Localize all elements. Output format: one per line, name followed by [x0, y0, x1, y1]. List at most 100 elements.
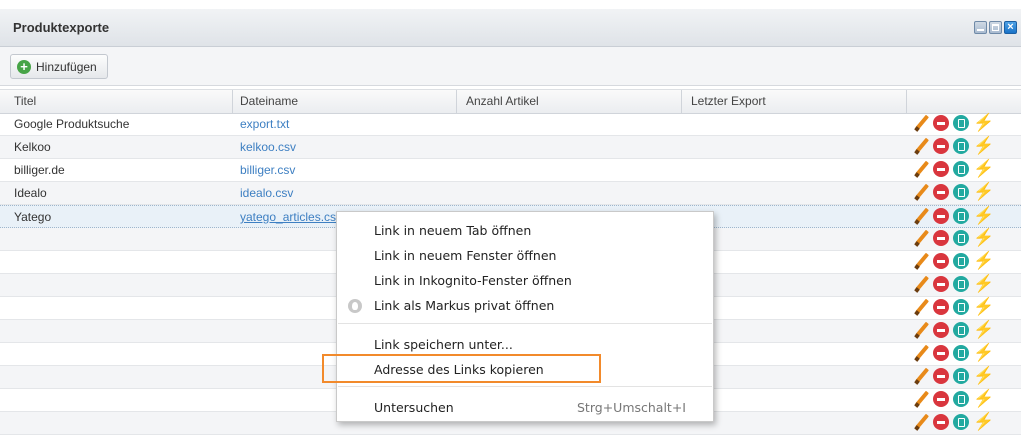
row-title: Idealo [14, 186, 47, 200]
column-header-title[interactable]: Titel [14, 94, 36, 108]
export-bolt-icon[interactable]: ⚡ [973, 390, 994, 407]
delete-icon[interactable] [933, 138, 949, 154]
close-icon[interactable]: × [1004, 21, 1017, 34]
duplicate-icon[interactable] [953, 208, 969, 224]
duplicate-icon[interactable] [953, 230, 969, 246]
export-bolt-icon[interactable]: ⚡ [973, 298, 994, 315]
export-bolt-icon[interactable]: ⚡ [973, 413, 994, 430]
duplicate-icon[interactable] [953, 391, 969, 407]
delete-icon[interactable] [933, 276, 949, 292]
export-bolt-icon[interactable]: ⚡ [973, 367, 994, 384]
table-row[interactable]: Kelkoo kelkoo.csv ⚡ [0, 136, 1021, 159]
add-button[interactable]: + Hinzufügen [10, 54, 108, 79]
row-actions: ⚡ [913, 229, 994, 246]
delete-icon[interactable] [933, 345, 949, 361]
export-bolt-icon[interactable]: ⚡ [973, 229, 994, 246]
delete-icon[interactable] [933, 299, 949, 315]
copy-link-highlight-box [322, 354, 601, 383]
delete-icon[interactable] [933, 391, 949, 407]
plus-icon: + [17, 59, 31, 74]
menu-item-open-as-profile[interactable]: Link als Markus privat öffnen [374, 298, 554, 313]
row-actions: ⚡ [913, 207, 994, 224]
duplicate-icon[interactable] [953, 253, 969, 269]
profile-avatar-icon [348, 299, 362, 313]
pencil-icon[interactable] [913, 161, 929, 177]
pencil-icon[interactable] [913, 184, 929, 200]
pencil-icon[interactable] [913, 368, 929, 384]
delete-icon[interactable] [933, 253, 949, 269]
export-bolt-icon[interactable]: ⚡ [973, 183, 994, 200]
row-actions: ⚡ [913, 390, 994, 407]
delete-icon[interactable] [933, 230, 949, 246]
delete-icon[interactable] [933, 161, 949, 177]
row-title: Google Produktsuche [14, 117, 130, 131]
export-bolt-icon[interactable]: ⚡ [973, 137, 994, 154]
export-bolt-icon[interactable]: ⚡ [973, 207, 994, 224]
maximize-icon[interactable] [989, 21, 1002, 34]
menu-separator [338, 386, 712, 387]
pencil-icon[interactable] [913, 276, 929, 292]
minimize-icon[interactable] [974, 21, 987, 34]
row-filename-link[interactable]: kelkoo.csv [240, 140, 296, 154]
duplicate-icon[interactable] [953, 276, 969, 292]
menu-item-save-link-as[interactable]: Link speichern unter... [374, 337, 513, 352]
window-titlebar: Produktexporte × [0, 9, 1021, 47]
menu-item-open-new-window[interactable]: Link in neuem Fenster öffnen [374, 248, 556, 263]
menu-item-open-incognito[interactable]: Link in Inkognito-Fenster öffnen [374, 273, 572, 288]
pencil-icon[interactable] [913, 345, 929, 361]
menu-item-open-new-tab[interactable]: Link in neuem Tab öffnen [374, 223, 531, 238]
pencil-icon[interactable] [913, 322, 929, 338]
row-filename-link[interactable]: billiger.csv [240, 163, 295, 177]
delete-icon[interactable] [933, 322, 949, 338]
row-actions: ⚡ [913, 344, 994, 361]
duplicate-icon[interactable] [953, 138, 969, 154]
row-title: Kelkoo [14, 140, 51, 154]
column-separator [681, 90, 682, 113]
pencil-icon[interactable] [913, 138, 929, 154]
delete-icon[interactable] [933, 208, 949, 224]
column-header-filename[interactable]: Dateiname [240, 94, 298, 108]
row-actions: ⚡ [913, 183, 994, 200]
export-bolt-icon[interactable]: ⚡ [973, 160, 994, 177]
row-actions: ⚡ [913, 298, 994, 315]
menu-item-inspect[interactable]: Untersuchen [374, 400, 454, 415]
export-bolt-icon[interactable]: ⚡ [973, 275, 994, 292]
export-bolt-icon[interactable]: ⚡ [973, 252, 994, 269]
row-actions: ⚡ [913, 321, 994, 338]
duplicate-icon[interactable] [953, 184, 969, 200]
delete-icon[interactable] [933, 368, 949, 384]
table-row[interactable]: billiger.de billiger.csv ⚡ [0, 159, 1021, 182]
export-bolt-icon[interactable]: ⚡ [973, 114, 994, 131]
pencil-icon[interactable] [913, 208, 929, 224]
delete-icon[interactable] [933, 414, 949, 430]
duplicate-icon[interactable] [953, 299, 969, 315]
row-actions: ⚡ [913, 137, 994, 154]
table-row[interactable]: Google Produktsuche export.txt ⚡ [0, 113, 1021, 136]
row-actions: ⚡ [913, 413, 994, 430]
duplicate-icon[interactable] [953, 115, 969, 131]
export-bolt-icon[interactable]: ⚡ [973, 344, 994, 361]
duplicate-icon[interactable] [953, 414, 969, 430]
duplicate-icon[interactable] [953, 161, 969, 177]
delete-icon[interactable] [933, 115, 949, 131]
pencil-icon[interactable] [913, 115, 929, 131]
pencil-icon[interactable] [913, 299, 929, 315]
column-header-last-export[interactable]: Letzter Export [691, 94, 766, 108]
pencil-icon[interactable] [913, 230, 929, 246]
duplicate-icon[interactable] [953, 345, 969, 361]
pencil-icon[interactable] [913, 414, 929, 430]
pencil-icon[interactable] [913, 253, 929, 269]
duplicate-icon[interactable] [953, 368, 969, 384]
export-bolt-icon[interactable]: ⚡ [973, 321, 994, 338]
window-controls: × [974, 21, 1017, 34]
table-row[interactable]: Idealo idealo.csv ⚡ [0, 182, 1021, 205]
column-header-article-count[interactable]: Anzahl Artikel [466, 94, 539, 108]
pencil-icon[interactable] [913, 391, 929, 407]
row-filename-link[interactable]: yatego_articles.cs [240, 210, 336, 224]
row-filename-link[interactable]: export.txt [240, 117, 289, 131]
duplicate-icon[interactable] [953, 322, 969, 338]
row-filename-link[interactable]: idealo.csv [240, 186, 293, 200]
window-title: Produktexporte [13, 20, 110, 35]
column-separator [906, 90, 907, 113]
delete-icon[interactable] [933, 184, 949, 200]
